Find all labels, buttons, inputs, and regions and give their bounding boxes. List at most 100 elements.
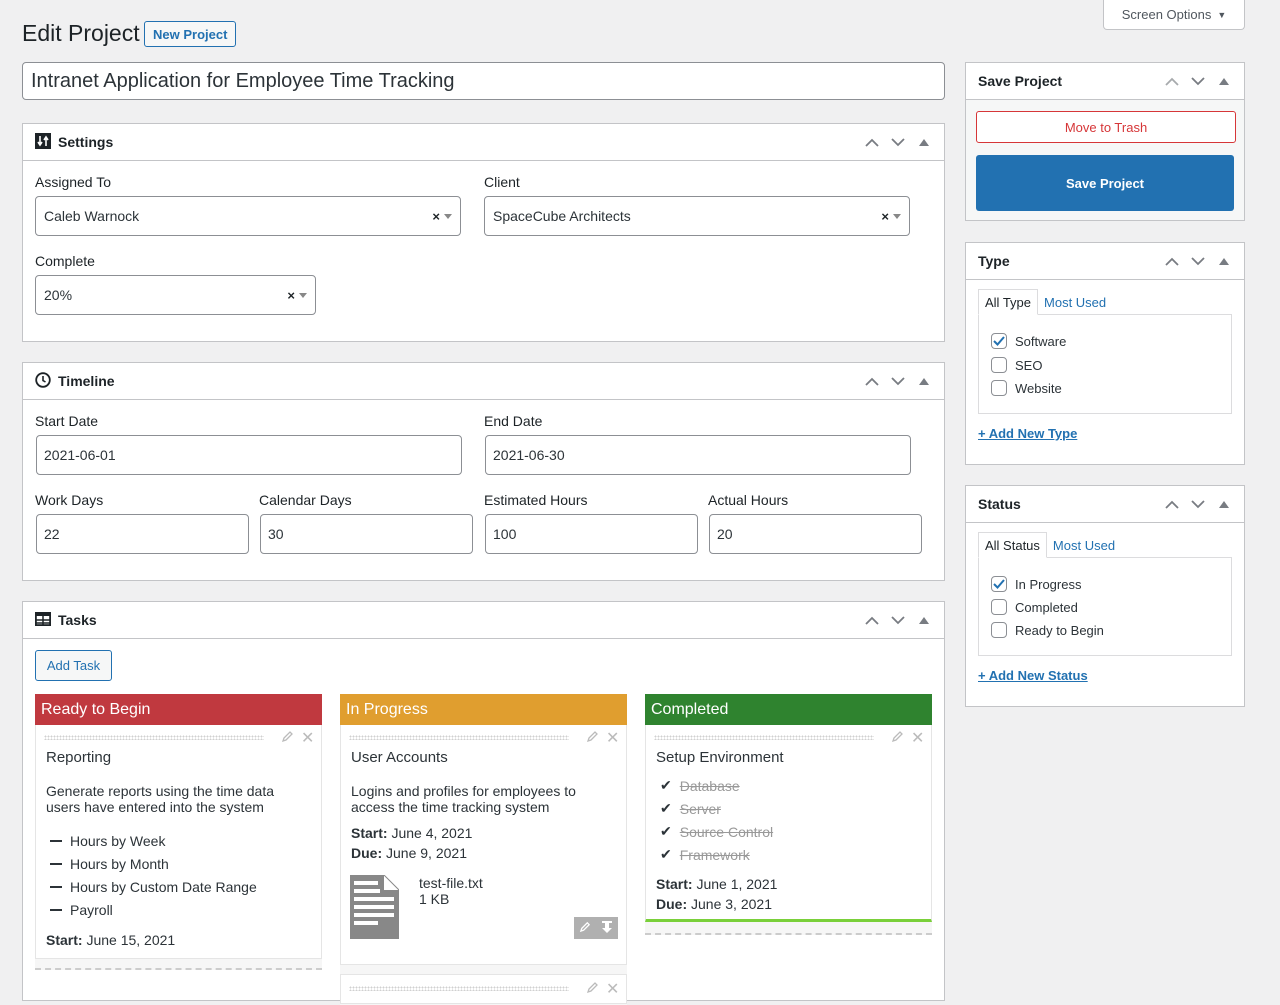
end-date-input[interactable] <box>485 435 911 475</box>
client-select[interactable]: SpaceCube Architects × <box>484 196 910 236</box>
type-option-software[interactable]: Software <box>991 333 1066 349</box>
complete-select[interactable]: 20% × <box>35 275 316 315</box>
actual-hours-input[interactable] <box>709 514 922 554</box>
option-label: In Progress <box>1015 576 1082 592</box>
new-project-button[interactable]: New Project <box>144 21 237 47</box>
clock-icon <box>35 371 51 391</box>
type-option-seo[interactable]: SEO <box>991 357 1042 373</box>
pencil-icon[interactable] <box>281 730 294 746</box>
move-down-icon[interactable] <box>888 133 908 153</box>
settings-title: Settings <box>58 134 114 150</box>
status-option-completed[interactable]: Completed <box>991 599 1078 615</box>
type-header[interactable]: Type <box>966 243 1244 280</box>
task-title: Setup Environment <box>656 749 784 766</box>
tasks-header[interactable]: Tasks <box>23 602 944 639</box>
collapse-toggle-icon[interactable] <box>1214 252 1234 272</box>
timeline-header[interactable]: Timeline <box>23 363 944 400</box>
type-option-website[interactable]: Website <box>991 380 1062 396</box>
settings-header[interactable]: Settings <box>23 124 944 161</box>
move-down-icon[interactable] <box>888 611 908 631</box>
task-list-item: Hours by Month <box>50 856 169 872</box>
checkbox[interactable] <box>991 333 1007 349</box>
task-card[interactable]: ✕ <box>340 974 627 1004</box>
collapse-toggle-icon[interactable] <box>1214 72 1234 92</box>
collapse-toggle-icon[interactable] <box>914 372 934 392</box>
list-item-text: Hours by Month <box>70 856 169 872</box>
move-up-icon[interactable] <box>862 372 882 392</box>
pencil-icon[interactable] <box>586 981 599 997</box>
start-date-input[interactable] <box>36 435 462 475</box>
move-down-icon[interactable] <box>888 372 908 392</box>
checkmark-icon: ✔ <box>660 823 672 839</box>
caret-down-icon: ▼ <box>1217 9 1227 20</box>
checkbox[interactable] <box>991 599 1007 615</box>
download-icon[interactable] <box>601 920 613 937</box>
save-project-button[interactable]: Save Project <box>976 155 1234 211</box>
tab-all-type[interactable]: All Type <box>978 289 1039 315</box>
task-due: Due: June 9, 2021 <box>351 845 467 861</box>
save-project-header[interactable]: Save Project <box>966 63 1244 100</box>
work-days-label: Work Days <box>35 492 104 508</box>
checkbox[interactable] <box>991 380 1007 396</box>
task-card[interactable]: ✕ User Accounts Logins and profiles for … <box>340 725 627 965</box>
drop-zone <box>645 933 932 935</box>
pencil-icon[interactable] <box>579 921 591 936</box>
checklist-text: Source Control <box>679 823 774 840</box>
table-icon <box>34 611 51 629</box>
move-down-icon[interactable] <box>1188 72 1208 92</box>
collapse-toggle-icon[interactable] <box>914 611 934 631</box>
screen-options-button[interactable]: Screen Options ▼ <box>1103 0 1245 30</box>
estimated-hours-input[interactable] <box>485 514 698 554</box>
clear-icon[interactable]: × <box>287 288 295 303</box>
status-header[interactable]: Status <box>966 486 1244 523</box>
move-up-icon[interactable] <box>1162 252 1182 272</box>
checklist-item[interactable]: ✔ Server <box>660 800 721 817</box>
add-new-status-link[interactable]: + Add New Status <box>978 668 1088 683</box>
assigned-to-select[interactable]: Caleb Warnock × <box>35 196 461 236</box>
move-up-icon[interactable] <box>862 133 882 153</box>
move-up-icon[interactable] <box>862 611 882 631</box>
close-icon[interactable]: ✕ <box>301 728 314 748</box>
drag-handle[interactable] <box>654 735 874 740</box>
tab-most-used-type[interactable]: Most Used <box>1038 289 1112 315</box>
add-new-type-link[interactable]: + Add New Type <box>978 426 1077 441</box>
close-icon[interactable]: ✕ <box>606 728 619 748</box>
clear-icon[interactable]: × <box>432 209 440 224</box>
add-task-button[interactable]: Add Task <box>35 650 112 681</box>
move-down-icon[interactable] <box>1188 495 1208 515</box>
status-option-ready-to-begin[interactable]: Ready to Begin <box>991 622 1104 638</box>
status-option-in-progress[interactable]: In Progress <box>991 576 1081 592</box>
collapse-toggle-icon[interactable] <box>914 133 934 153</box>
pencil-icon[interactable] <box>586 730 599 746</box>
close-icon[interactable]: ✕ <box>606 979 619 999</box>
checklist-item[interactable]: ✔ Source Control <box>660 823 773 840</box>
move-up-icon[interactable] <box>1162 72 1182 92</box>
checkbox[interactable] <box>991 576 1007 592</box>
work-days-input[interactable] <box>36 514 249 554</box>
drag-handle[interactable] <box>349 986 569 991</box>
checkbox[interactable] <box>991 357 1007 373</box>
collapse-toggle-icon[interactable] <box>1214 495 1234 515</box>
pencil-icon[interactable] <box>891 730 904 746</box>
drag-handle[interactable] <box>349 735 569 740</box>
tab-most-used-status[interactable]: Most Used <box>1047 532 1121 558</box>
close-icon[interactable]: ✕ <box>911 728 924 748</box>
calendar-days-input[interactable] <box>260 514 473 554</box>
task-card[interactable]: ✕ Reporting Generate reports using the t… <box>35 725 322 959</box>
move-down-icon[interactable] <box>1188 252 1208 272</box>
checklist-item[interactable]: ✔ Framework <box>660 846 750 863</box>
move-to-trash-button[interactable]: Move to Trash <box>976 111 1236 143</box>
clear-icon[interactable]: × <box>881 209 889 224</box>
checkmark-icon: ✔ <box>660 846 672 862</box>
move-up-icon[interactable] <box>1162 495 1182 515</box>
checkbox[interactable] <box>991 622 1007 638</box>
task-start: Start: June 1, 2021 <box>656 876 777 892</box>
tab-all-status[interactable]: All Status <box>978 532 1047 558</box>
task-card[interactable]: ✕ Setup Environment ✔ Database ✔ Server ✔ S… <box>645 725 932 922</box>
checklist-item[interactable]: ✔ Database <box>660 777 740 794</box>
drag-handle[interactable] <box>44 735 264 740</box>
file-icon[interactable] <box>350 874 400 942</box>
project-title-input[interactable] <box>22 62 945 100</box>
attachment-name[interactable]: test-file.txt <box>419 875 483 891</box>
list-item-text: Hours by Week <box>70 833 166 849</box>
